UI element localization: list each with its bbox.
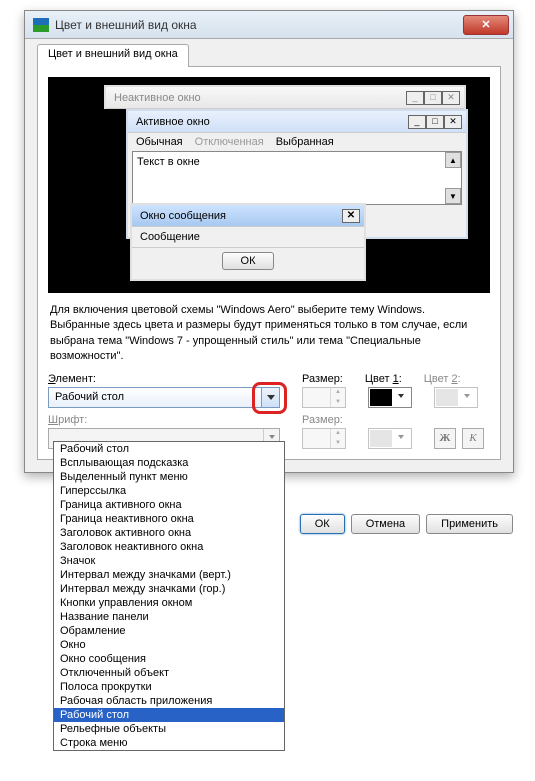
- label-color2: Цвет 2:: [424, 373, 461, 385]
- spinner-down-icon: ▼: [331, 397, 345, 407]
- italic-button: К: [462, 428, 484, 449]
- titlebar-text: Цвет и внешний вид окна: [55, 18, 463, 32]
- chevron-down-icon[interactable]: [392, 394, 410, 401]
- row-element: Элемент: Размер: Цвет 1: Цвет 2:: [48, 373, 490, 385]
- dropdown-option[interactable]: Рабочий стол: [54, 442, 284, 456]
- label-size2: Размер:: [302, 414, 343, 426]
- apply-button[interactable]: Применить: [426, 514, 513, 534]
- color-swatch: [436, 389, 458, 406]
- active-window-title: Активное окно: [132, 116, 408, 128]
- color-swatch: [370, 389, 392, 406]
- dropdown-option[interactable]: Выделенный пункт меню: [54, 470, 284, 484]
- dropdown-option[interactable]: Граница активного окна: [54, 498, 284, 512]
- message-title: Окно сообщения: [136, 210, 342, 222]
- dropdown-option[interactable]: Обрамление: [54, 624, 284, 638]
- color1-button[interactable]: [368, 387, 412, 408]
- info-text: Для включения цветовой схемы "Windows Ae…: [50, 303, 488, 365]
- dropdown-option[interactable]: Заголовок активного окна: [54, 526, 284, 540]
- preview-area: Неактивное окно _ □ ✕ Активное окно _ □: [48, 77, 490, 293]
- dialog-button-row: ОК Отмена Применить: [300, 514, 513, 534]
- preview-menu[interactable]: Обычная Отключенная Выбранная: [128, 133, 466, 151]
- menu-disabled: Отключенная: [195, 136, 264, 148]
- titlebar[interactable]: Цвет и внешний вид окна ✕: [25, 11, 513, 39]
- dropdown-option[interactable]: Граница неактивного окна: [54, 512, 284, 526]
- dropdown-option[interactable]: Название панели: [54, 610, 284, 624]
- cancel-button[interactable]: Отмена: [351, 514, 420, 534]
- tab-color-appearance[interactable]: Цвет и внешний вид окна: [37, 44, 189, 67]
- dropdown-option[interactable]: Рабочий стол: [54, 708, 284, 722]
- dropdown-option[interactable]: Интервал между значками (гор.): [54, 582, 284, 596]
- scroll-down-icon[interactable]: ▼: [445, 188, 461, 204]
- dropdown-option[interactable]: Строка меню: [54, 736, 284, 750]
- dropdown-option[interactable]: Полоса прокрутки: [54, 680, 284, 694]
- dropdown-option[interactable]: Кнопки управления окном: [54, 596, 284, 610]
- dropdown-option[interactable]: Интервал между значками (верт.): [54, 568, 284, 582]
- chevron-down-icon: [458, 394, 476, 401]
- dropdown-option[interactable]: Всплывающая подсказка: [54, 456, 284, 470]
- label-font: Шрифт:: [48, 414, 280, 426]
- ok-button[interactable]: ОК: [300, 514, 345, 534]
- tab-strip: Цвет и внешний вид окна: [37, 43, 501, 67]
- close-button[interactable]: ✕: [463, 15, 509, 35]
- color2-button: [434, 387, 478, 408]
- tab-content: Неактивное окно _ □ ✕ Активное окно _ □: [37, 67, 501, 460]
- message-text: Сообщение: [132, 227, 364, 247]
- scroll-up-icon[interactable]: ▲: [445, 152, 461, 168]
- window-buttons: _ □ ✕: [408, 115, 462, 129]
- row-element-controls: Рабочий стол ▲▼: [48, 387, 490, 408]
- preview-textbox[interactable]: Текст в окне ▲ ▼: [132, 151, 462, 205]
- preview-inactive-window[interactable]: Неактивное окно _ □ ✕: [104, 85, 466, 109]
- label-size: Размер:: [302, 373, 343, 385]
- spinner-down-icon: ▼: [331, 438, 345, 448]
- minimize-icon[interactable]: _: [406, 91, 424, 105]
- minimize-icon[interactable]: _: [408, 115, 426, 129]
- close-icon[interactable]: ✕: [442, 91, 460, 105]
- dropdown-option[interactable]: Окно сообщения: [54, 652, 284, 666]
- chevron-down-icon[interactable]: [261, 388, 279, 407]
- dropdown-option[interactable]: Значок: [54, 554, 284, 568]
- close-icon[interactable]: ✕: [342, 209, 360, 223]
- preview-message-box[interactable]: Окно сообщения ✕ Сообщение ОК: [130, 203, 366, 281]
- dropdown-option[interactable]: Рабочая область приложения: [54, 694, 284, 708]
- dropdown-option[interactable]: Отключенный объект: [54, 666, 284, 680]
- dropdown-option[interactable]: Рельефные объекты: [54, 722, 284, 736]
- fontsize-spinner: ▲▼: [302, 428, 346, 449]
- menu-selected[interactable]: Выбранная: [276, 136, 334, 148]
- close-icon: ✕: [481, 18, 490, 31]
- row-font: Шрифт: Размер:: [48, 414, 490, 426]
- spinner-up-icon: ▲: [331, 388, 345, 398]
- bold-button: Ж: [434, 428, 456, 449]
- window-buttons: _ □ ✕: [406, 91, 460, 105]
- combobox-value: Рабочий стол: [49, 391, 261, 403]
- inactive-window-title: Неактивное окно: [110, 92, 406, 104]
- chevron-down-icon: [392, 435, 410, 442]
- spinner-up-icon: ▲: [331, 429, 345, 439]
- window-icon: [33, 18, 49, 32]
- textbox-text: Текст в окне: [137, 156, 200, 168]
- dropdown-option[interactable]: Окно: [54, 638, 284, 652]
- element-dropdown-list[interactable]: Рабочий столВсплывающая подсказкаВыделен…: [53, 441, 285, 751]
- dropdown-option[interactable]: Заголовок неактивного окна: [54, 540, 284, 554]
- element-combobox[interactable]: Рабочий стол: [48, 387, 280, 408]
- label-color1: Цвет 1:: [365, 373, 402, 385]
- color-swatch: [370, 430, 392, 447]
- label-element: Элемент:: [48, 373, 280, 385]
- maximize-icon[interactable]: □: [424, 91, 442, 105]
- window-color-dialog: Цвет и внешний вид окна ✕ Цвет и внешний…: [24, 10, 514, 473]
- message-ok-button[interactable]: ОК: [222, 252, 275, 270]
- fontcolor-button: [368, 428, 412, 449]
- close-icon[interactable]: ✕: [444, 115, 462, 129]
- size-spinner: ▲▼: [302, 387, 346, 408]
- dropdown-option[interactable]: Гиперссылка: [54, 484, 284, 498]
- maximize-icon[interactable]: □: [426, 115, 444, 129]
- menu-normal[interactable]: Обычная: [136, 136, 183, 148]
- dialog-body: Цвет и внешний вид окна Неактивное окно …: [25, 39, 513, 472]
